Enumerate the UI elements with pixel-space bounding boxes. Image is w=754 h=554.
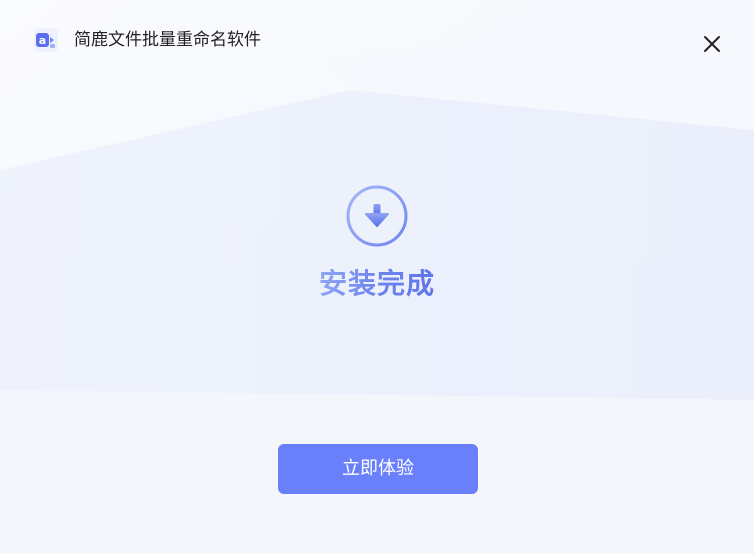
- install-status-text: 安装完成: [318, 267, 435, 300]
- start-experience-button[interactable]: 立即体验: [278, 444, 478, 494]
- app-title: 简鹿文件批量重命名软件: [74, 30, 261, 50]
- close-icon: [704, 36, 720, 52]
- download-arrow-circle-icon: [346, 185, 408, 247]
- app-logo-icon: a: [34, 28, 58, 52]
- installer-window: a 简鹿文件批量重命名软件 安装完成 立即体验: [0, 0, 754, 554]
- svg-text:a: a: [39, 34, 46, 47]
- close-button[interactable]: [698, 30, 726, 58]
- install-status-title: 安装完成: [0, 264, 754, 304]
